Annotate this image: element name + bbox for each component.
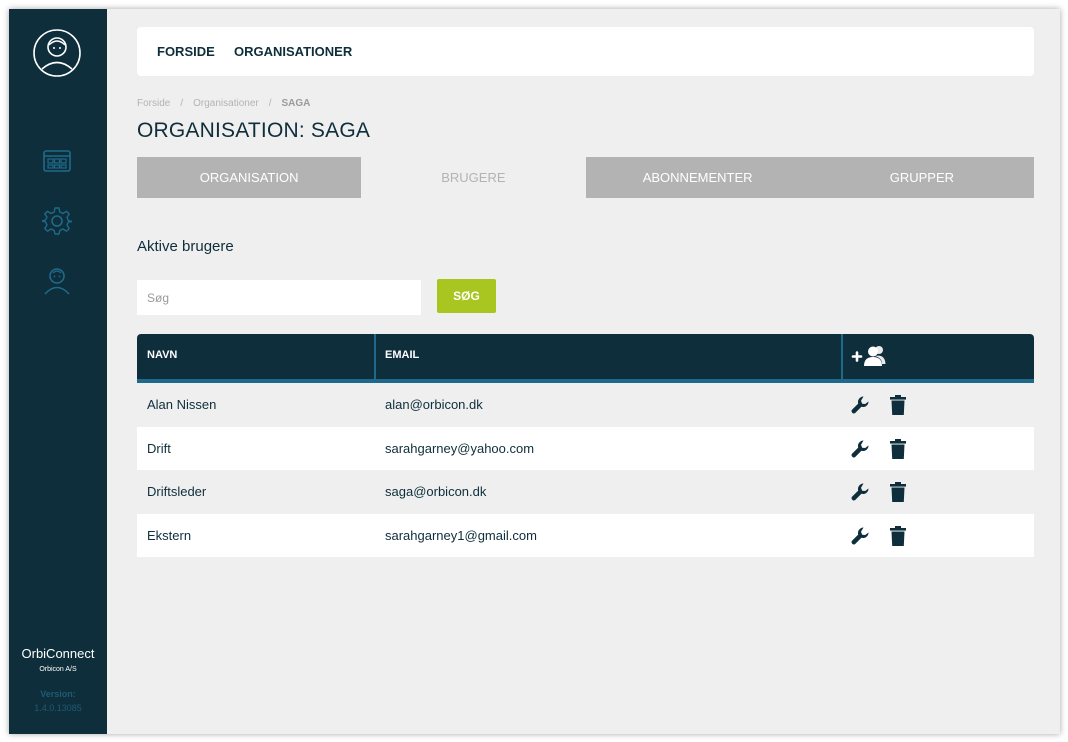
wrench-icon[interactable] (850, 394, 872, 416)
top-navigation: FORSIDE ORGANISATIONER (137, 27, 1034, 76)
breadcrumb-item-organisationer[interactable]: Organisationer (193, 98, 259, 109)
version-value: 1.4.0.13085 (34, 703, 82, 713)
tab-abonnementer[interactable]: ABONNEMENTER (585, 157, 810, 198)
table-row: Drift sarahgarney@yahoo.com (137, 426, 1034, 470)
nav-link-organisationer[interactable]: ORGANISATIONER (234, 44, 352, 59)
company-name: Orbicon A/S (39, 666, 77, 673)
trash-icon[interactable] (887, 394, 909, 416)
wrench-icon[interactable] (850, 438, 872, 460)
user-name: Drift (147, 440, 171, 456)
user-name: Driftsleder (147, 484, 207, 499)
users-table: NAVN EMAIL Alan Nissen alan@orbicon.dk D… (137, 334, 1034, 557)
user-email: sarahgarney@yahoo.com (385, 440, 535, 456)
column-header-name: NAVN (147, 349, 178, 361)
dashboard-icon[interactable] (42, 146, 72, 176)
version-label: Version: (40, 689, 76, 699)
users-icon[interactable] (42, 265, 72, 295)
breadcrumb: Forside / Organisationer / SAGA (137, 98, 316, 109)
page-title: ORGANISATION: SAGA (137, 119, 371, 142)
column-header-email: EMAIL (385, 349, 420, 361)
search-input[interactable] (137, 280, 421, 315)
table-row: Driftsleder saga@orbicon.dk (137, 470, 1034, 514)
user-email: sarahgarney1@gmail.com (385, 527, 537, 543)
user-name: Alan Nissen (147, 397, 217, 412)
avatar-icon[interactable] (32, 28, 82, 78)
breadcrumb-item-forside[interactable]: Forside (137, 98, 170, 109)
search-button[interactable]: SØG (437, 279, 496, 313)
user-email: saga@orbicon.dk (385, 484, 487, 499)
table-row: Alan Nissen alan@orbicon.dk (137, 383, 1034, 427)
tab-organisation[interactable]: ORGANISATION (137, 157, 362, 198)
add-user-icon[interactable] (851, 345, 887, 367)
nav-link-forside[interactable]: FORSIDE (157, 44, 215, 59)
column-divider (374, 334, 376, 379)
trash-icon[interactable] (887, 438, 909, 460)
tab-brugere[interactable]: BRUGERE (361, 157, 586, 198)
wrench-icon[interactable] (850, 525, 872, 547)
tab-grupper[interactable]: GRUPPER (809, 157, 1034, 198)
gear-icon[interactable] (42, 206, 72, 236)
wrench-icon[interactable] (850, 481, 872, 503)
user-name: Ekstern (147, 527, 192, 543)
table-header: NAVN EMAIL (137, 334, 1034, 383)
table-row: Ekstern sarahgarney1@gmail.com (137, 513, 1034, 557)
breadcrumb-separator: / (180, 98, 184, 109)
brand-name: OrbiConnect (21, 646, 95, 661)
section-title: Aktive brugere (137, 238, 234, 255)
trash-icon[interactable] (887, 525, 909, 547)
user-email: alan@orbicon.dk (385, 397, 483, 412)
breadcrumb-separator: / (268, 98, 272, 109)
tab-bar: ORGANISATION BRUGERE ABONNEMENTER GRUPPE… (137, 157, 1034, 198)
trash-icon[interactable] (887, 481, 909, 503)
breadcrumb-item-current: SAGA (281, 98, 311, 109)
sidebar: OrbiConnect Orbicon A/S Version: 1.4.0.1… (9, 9, 107, 734)
app-window: OrbiConnect Orbicon A/S Version: 1.4.0.1… (9, 9, 1060, 734)
column-divider (841, 334, 843, 379)
